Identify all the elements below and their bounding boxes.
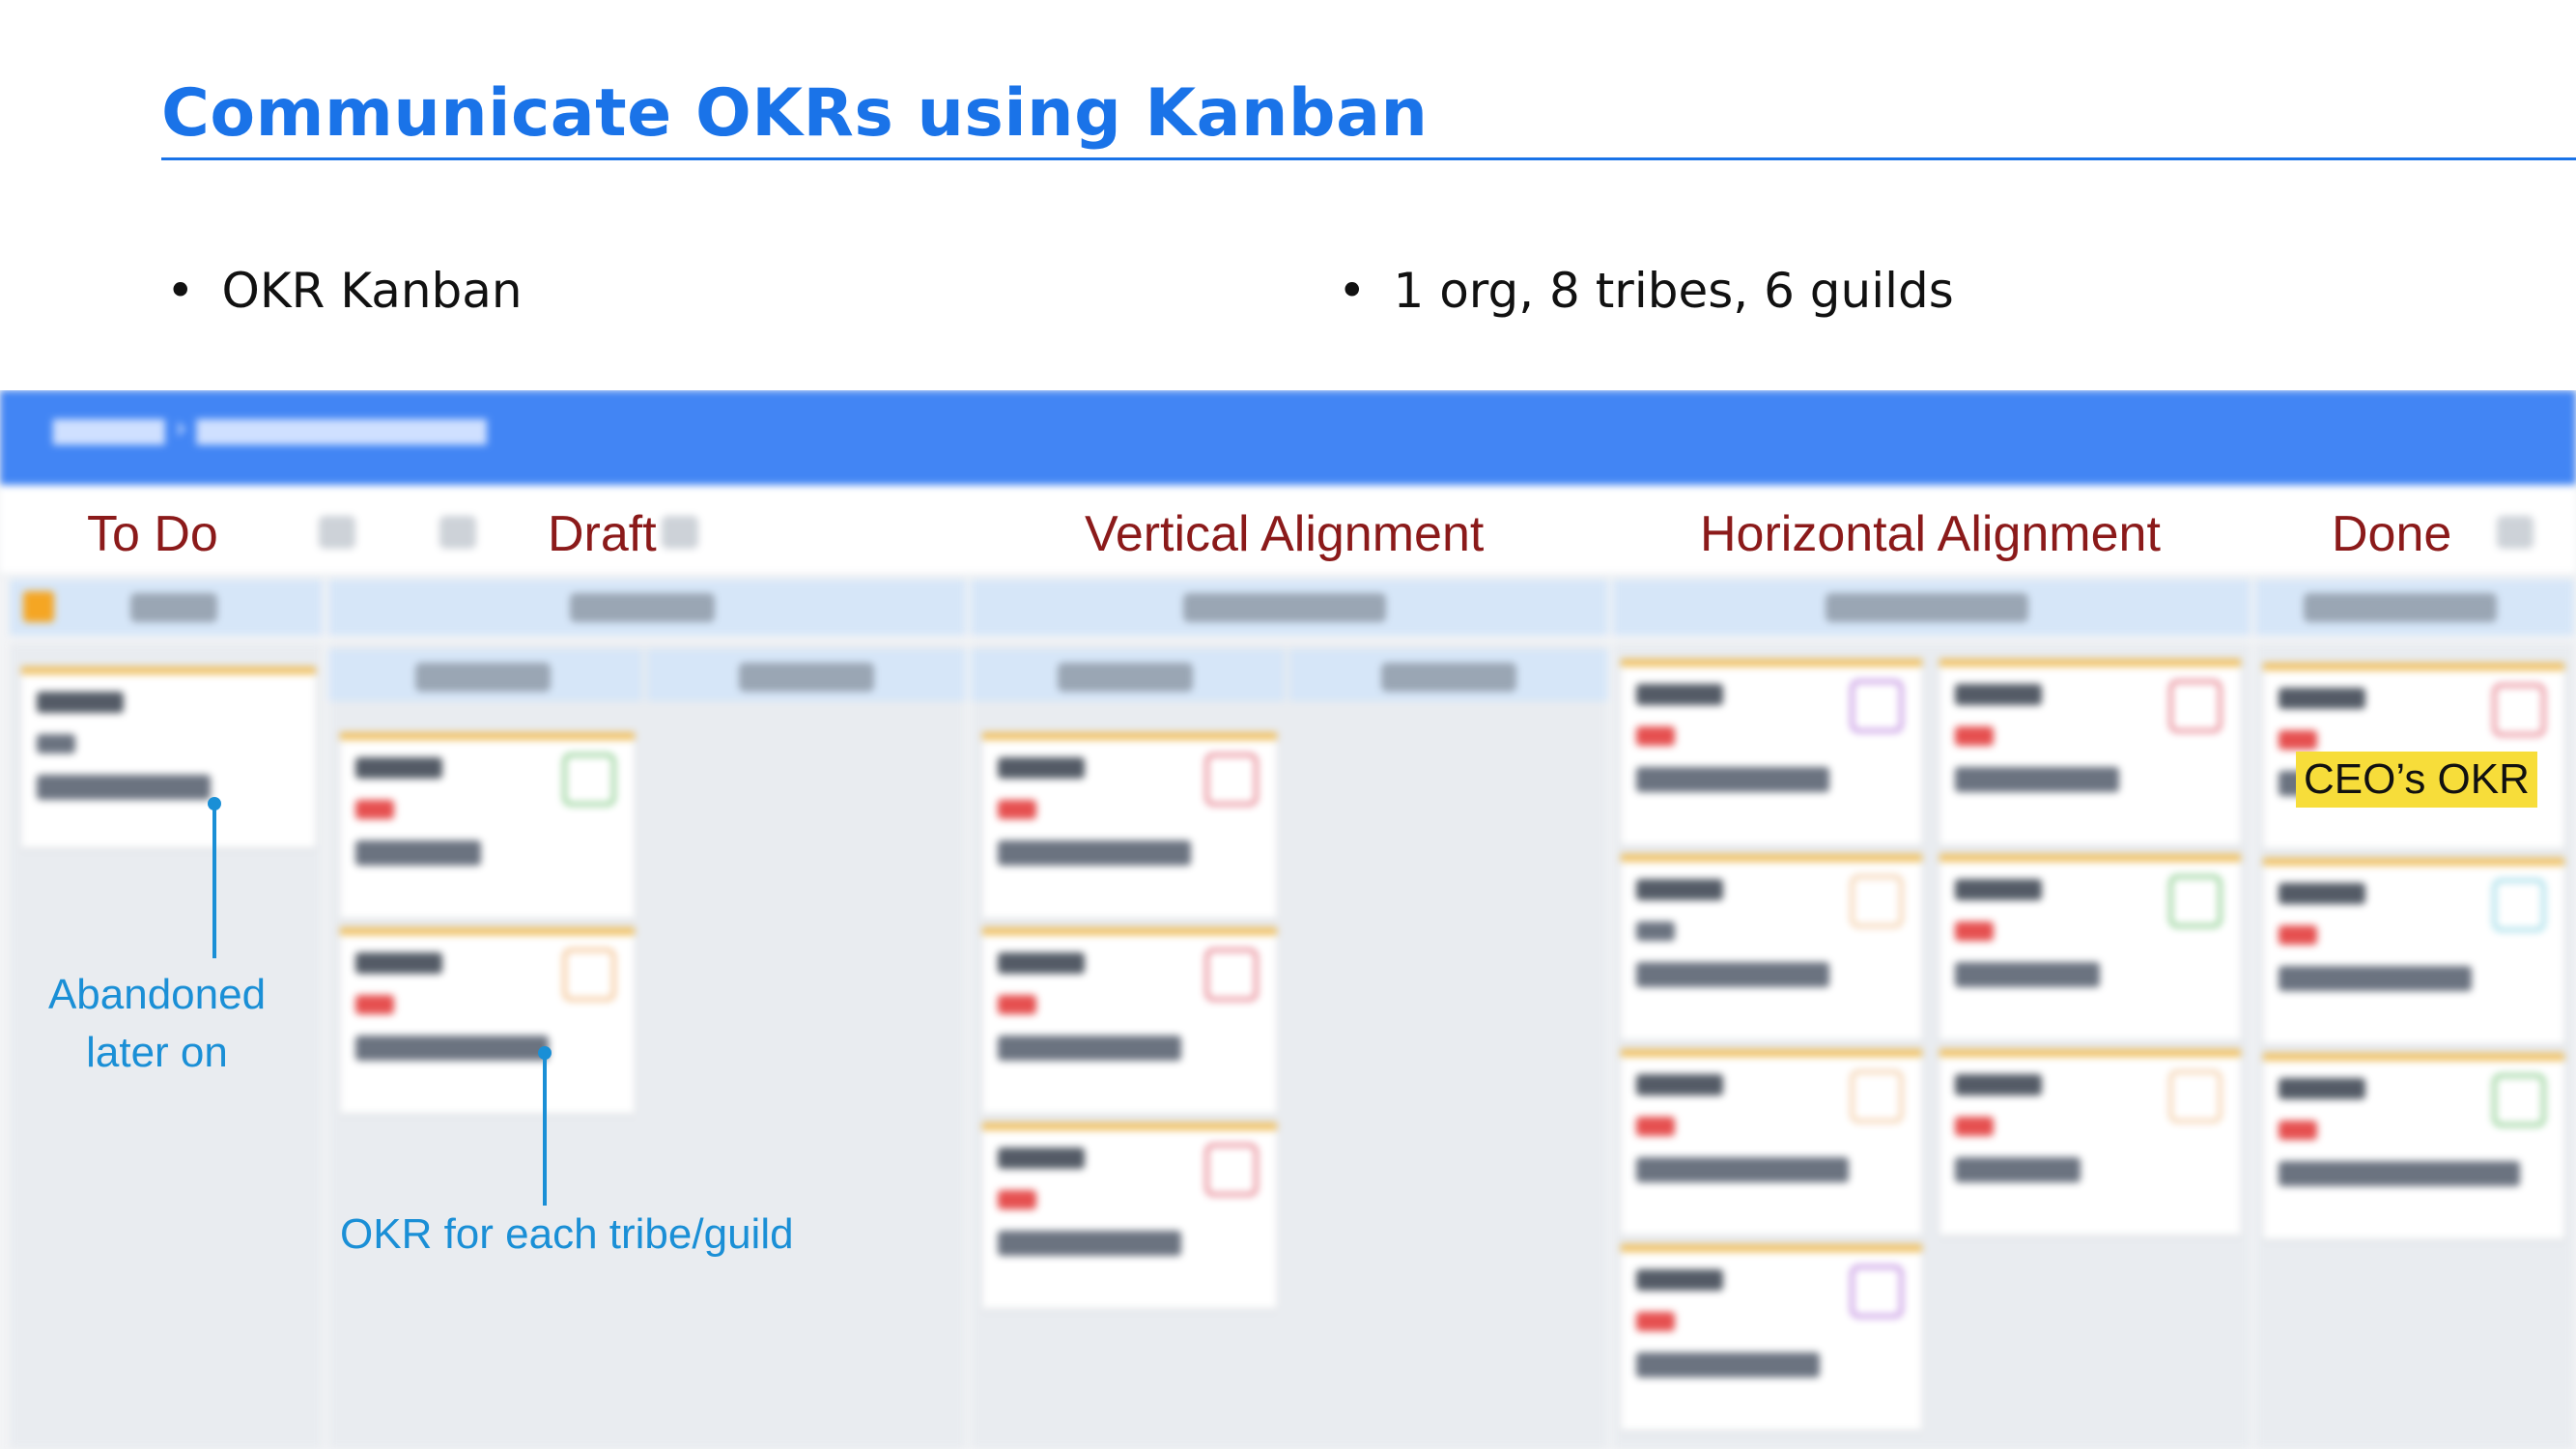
sub-header (1289, 649, 1608, 701)
kanban-card (1621, 659, 1922, 845)
annotation-ceo-okr: CEO’s OKR (2296, 752, 2537, 808)
kanban-card (1939, 854, 2241, 1040)
kanban-card (2263, 1053, 2564, 1239)
column-label-done: Done (2332, 506, 2452, 562)
bullet-dot: • (1338, 263, 1367, 319)
annotation-abandoned: Abandoned later on (47, 971, 267, 1076)
blurred-breadcrumb: ▆▆▆▆▆ › ▆▆▆▆▆▆▆▆▆▆▆▆▆ (53, 412, 487, 445)
bullet-text: 1 org, 8 tribes, 6 guilds (1393, 263, 1954, 319)
lane-header (328, 580, 966, 636)
column-label-draft: Draft (548, 506, 657, 562)
kanban-card (982, 927, 1277, 1114)
bullet-dot: • (166, 263, 195, 319)
slide-title: Communicate OKRs using Kanban (161, 75, 1429, 152)
lane-header (971, 580, 1608, 636)
title-underline (161, 157, 2576, 160)
bullet-text: OKR Kanban (221, 263, 523, 319)
column-label-to-do: To Do (87, 506, 218, 562)
toolbar-icon (662, 516, 698, 549)
kanban-card (982, 1122, 1277, 1309)
add-icon (23, 591, 54, 622)
toolbar-icon (319, 516, 355, 549)
toolbar-icon (439, 516, 476, 549)
pointer-line (212, 804, 216, 958)
kanban-card (982, 732, 1277, 919)
kanban-card (21, 667, 316, 848)
pointer-line (543, 1053, 547, 1206)
bullet-okr-kanban: • OKR Kanban (166, 263, 523, 319)
lane-header (2255, 580, 2574, 636)
lane-header (10, 580, 323, 636)
column-label-horizontal-alignment: Horizontal Alignment (1700, 506, 2161, 562)
column-label-vertical-alignment: Vertical Alignment (1085, 506, 1485, 562)
toolbar-icon (2497, 516, 2534, 549)
kanban-card (340, 927, 635, 1114)
sub-header (328, 649, 642, 701)
lane-header (1613, 580, 2250, 636)
bullet-org-structure: • 1 org, 8 tribes, 6 guilds (1338, 263, 1954, 319)
sub-header (647, 649, 966, 701)
kanban-card (1621, 1244, 1922, 1431)
sub-header (971, 649, 1285, 701)
annotation-okr-each-tribe: OKR for each tribe/guild (340, 1210, 794, 1258)
kanban-card (1621, 854, 1922, 1040)
kanban-card (1621, 1049, 1922, 1236)
kanban-card (340, 732, 635, 919)
kanban-card (1939, 659, 2241, 845)
kanban-top-bar: ▆▆▆▆▆ › ▆▆▆▆▆▆▆▆▆▆▆▆▆ (0, 390, 2576, 485)
kanban-card (2263, 858, 2564, 1044)
kanban-card (1939, 1049, 2241, 1236)
